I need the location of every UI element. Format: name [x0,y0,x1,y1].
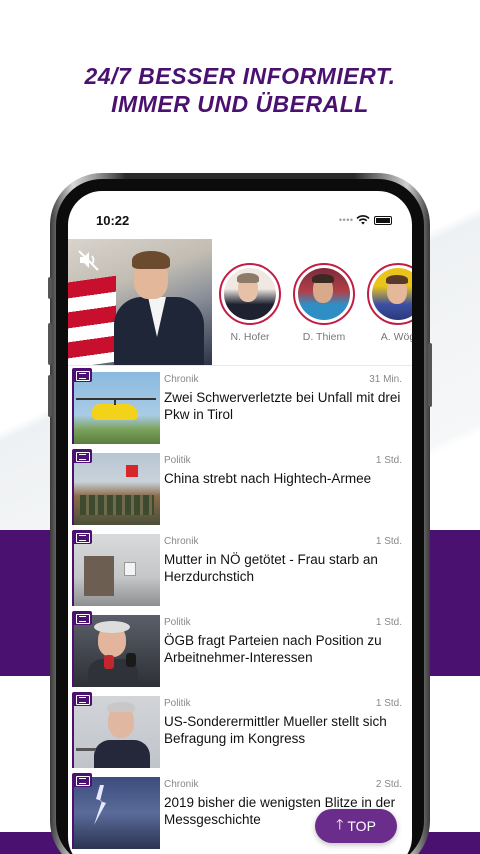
article-time: 1 Std. [375,617,402,628]
status-time: 10:22 [96,213,130,228]
phone-volume-down [48,375,52,417]
article-title: China strebt nach Hightech-Armee [164,471,372,486]
story-item[interactable]: N. Hofer [218,263,282,343]
article-time: 31 Min. [369,374,402,385]
wifi-icon [356,215,370,225]
article-time: 1 Std. [375,698,402,709]
article-icon [72,449,92,463]
story-name: N. Hofer [230,331,270,343]
avatar [298,268,350,320]
avatar [224,268,276,320]
article-category: Politik [164,698,191,709]
story-avatar-ring [219,263,281,325]
list-item[interactable]: Chronik 1 Std. Mutter in NÖ getötet - Fr… [68,528,412,609]
list-item[interactable]: Politik 1 Std. ÖGB fragt Parteien nach P… [68,609,412,690]
article-thumbnail [72,696,160,768]
article-icon [72,692,92,706]
story-avatar-ring [367,263,412,325]
video-preview[interactable] [68,239,212,365]
article-title: US-Sonderermittler Mueller stellt sich B… [164,714,387,746]
list-item[interactable]: Politik 1 Std. China strebt nach Hightec… [68,447,412,528]
article-title: ÖGB fragt Parteien nach Position zu Arbe… [164,633,382,665]
article-thumbnail [72,372,160,444]
app-screen: 10:22 • • • • N. Hofer D. Thiem A. Wög C… [68,191,412,854]
article-category: Chronik [164,779,199,790]
article-category: Politik [164,617,191,628]
article-title: Mutter in NÖ getötet - Frau starb an Her… [164,552,378,584]
avatar [372,268,412,320]
article-time: 2 Std. [375,779,402,790]
news-list: Chronik 31 Min. Zwei Schwerverletzte bei… [68,366,412,852]
article-time: 1 Std. [375,536,402,547]
phone-power-button [428,343,432,407]
article-icon [72,773,92,787]
article-category: Chronik [164,536,199,547]
arrow-up-icon: 🡑 [336,816,344,832]
top-button-label: TOP [347,818,376,834]
headline-line-1: 24/7 BESSER INFORMIERT. [84,63,396,89]
story-name: A. Wög [380,331,412,343]
phone-frame: 10:22 • • • • N. Hofer D. Thiem A. Wög C… [48,173,432,854]
cellular-signal-icon: • • • • [338,215,353,225]
status-bar: 10:22 • • • • [68,191,412,239]
stories-row: N. Hofer D. Thiem A. Wög [68,239,412,365]
mute-icon[interactable] [76,247,102,273]
austria-flag [68,275,116,365]
phone-volume-up [48,323,52,365]
story-avatar-ring [293,263,355,325]
story-item[interactable]: A. Wög [366,263,412,343]
article-thumbnail [72,534,160,606]
scroll-to-top-button[interactable]: 🡑 TOP [315,809,397,843]
article-time: 1 Std. [375,455,402,466]
story-name: D. Thiem [302,331,346,343]
phone-silent-switch [48,277,52,299]
story-item[interactable]: D. Thiem [292,263,356,343]
article-category: Politik [164,455,191,466]
promo-headline: 24/7 BESSER INFORMIERT. IMMER UND ÜBERAL… [0,62,480,118]
list-item[interactable]: Politik 1 Std. US-Sonderermittler Muelle… [68,690,412,771]
article-thumbnail [72,615,160,687]
article-thumbnail [72,777,160,849]
article-thumbnail [72,453,160,525]
article-icon [72,611,92,625]
battery-icon [374,215,392,225]
article-icon [72,530,92,544]
headline-line-2: IMMER UND ÜBERALL [111,91,369,117]
list-item[interactable]: Chronik 31 Min. Zwei Schwerverletzte bei… [68,366,412,447]
article-icon [72,368,92,382]
article-title: Zwei Schwerverletzte bei Unfall mit drei… [164,390,401,422]
article-category: Chronik [164,374,199,385]
